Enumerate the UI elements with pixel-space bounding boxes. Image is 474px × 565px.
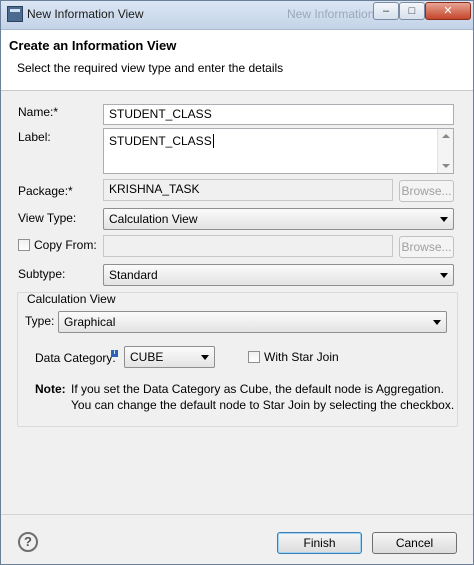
- subtype-value: Standard: [109, 268, 158, 282]
- data-category-dropdown[interactable]: CUBE: [124, 346, 215, 368]
- star-join-checkbox[interactable]: [248, 351, 260, 363]
- dropdown-arrow-icon: [440, 217, 448, 222]
- note-line-2: You can change the default node to Star …: [71, 398, 455, 412]
- app-icon: [7, 6, 23, 22]
- minimize-button[interactable]: –: [373, 2, 399, 20]
- copy-from-field[interactable]: [103, 235, 393, 257]
- dialog-title: Create an Information View: [9, 38, 177, 53]
- label-text: STUDENT_CLASS: [109, 134, 212, 148]
- scroll-up-icon[interactable]: [442, 134, 450, 138]
- package-label: Package:*: [18, 184, 73, 198]
- package-field[interactable]: KRISHNA_TASK: [103, 179, 393, 201]
- label-label: Label:: [18, 130, 51, 144]
- finish-button[interactable]: Finish: [277, 532, 362, 554]
- close-button[interactable]: ✕: [425, 2, 471, 20]
- window-title: New Information View: [27, 7, 144, 21]
- scroll-down-icon[interactable]: [442, 164, 450, 168]
- package-browse-button[interactable]: Browse...: [399, 180, 454, 202]
- type-label: Type:: [25, 314, 55, 328]
- type-value: Graphical: [64, 315, 116, 329]
- maximize-button[interactable]: □: [399, 2, 425, 20]
- help-icon[interactable]: ?: [18, 532, 38, 552]
- cancel-button[interactable]: Cancel: [372, 532, 457, 554]
- view-type-value: Calculation View: [109, 212, 198, 226]
- label-scrollbar[interactable]: [437, 129, 453, 173]
- footer-divider: [1, 514, 473, 515]
- view-type-dropdown[interactable]: Calculation View: [103, 208, 454, 230]
- view-type-label: View Type:: [18, 211, 77, 225]
- type-dropdown[interactable]: Graphical: [58, 311, 447, 333]
- dialog-header: Create an Information View Select the re…: [1, 30, 473, 91]
- title-bar[interactable]: New Information View New Information Vie…: [1, 1, 473, 30]
- text-cursor: [212, 134, 214, 148]
- copy-from-label: Copy From:: [34, 238, 97, 252]
- calculation-view-group: Calculation View Type: Graphical Data Ca…: [17, 292, 458, 427]
- data-category-label: Data Category:: [35, 351, 116, 365]
- dropdown-arrow-icon: [201, 355, 209, 360]
- dropdown-arrow-icon: [440, 273, 448, 278]
- subtype-dropdown[interactable]: Standard: [103, 264, 454, 286]
- info-icon: i: [111, 350, 118, 357]
- star-join-label: With Star Join: [264, 350, 339, 364]
- dropdown-arrow-icon: [433, 320, 441, 325]
- copy-from-checkbox[interactable]: [18, 239, 30, 251]
- copy-from-browse-button[interactable]: Browse...: [399, 236, 454, 258]
- new-information-view-dialog: New Information View New Information Vie…: [0, 0, 474, 565]
- dialog-subtitle: Select the required view type and enter …: [17, 61, 284, 75]
- note-line-1: If you set the Data Category as Cube, th…: [71, 382, 444, 396]
- name-label: Name:*: [18, 105, 59, 119]
- subtype-label: Subtype:: [18, 267, 66, 281]
- calculation-view-group-title: Calculation View: [27, 292, 116, 306]
- note-label: Note:: [35, 382, 66, 396]
- data-category-value: CUBE: [130, 350, 164, 364]
- name-input[interactable]: STUDENT_CLASS: [103, 104, 454, 125]
- label-textarea[interactable]: STUDENT_CLASS: [103, 128, 454, 174]
